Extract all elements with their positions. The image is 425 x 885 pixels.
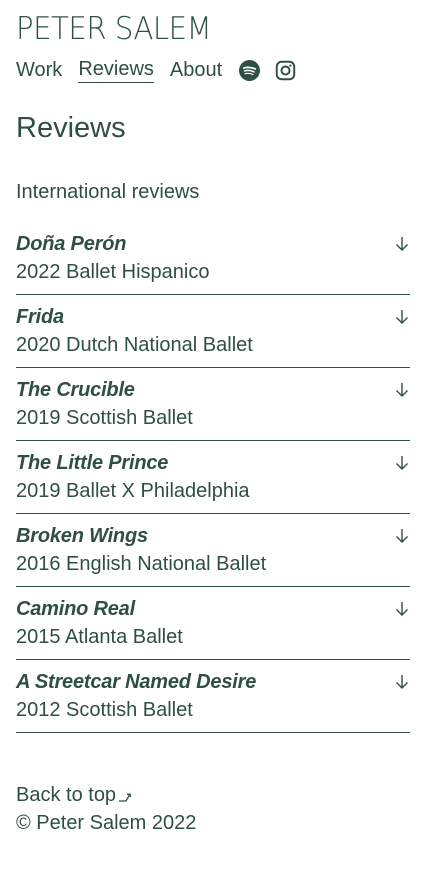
- review-subtitle: 2022 Ballet Hispanico: [16, 261, 210, 283]
- review-item[interactable]: Broken Wings 2016 English National Balle…: [16, 514, 410, 587]
- back-to-top-label: Back to top: [16, 784, 117, 806]
- review-item[interactable]: Doña Perón 2022 Ballet Hispanico: [16, 222, 410, 295]
- review-subtitle: 2016 English National Ballet: [16, 553, 267, 575]
- site-title[interactable]: PETER SALEM: [16, 10, 212, 48]
- review-item[interactable]: Frida 2020 Dutch National Ballet: [16, 295, 410, 368]
- review-title: Camino Real: [16, 598, 135, 620]
- arrow-down-icon[interactable]: [394, 235, 410, 253]
- nav-item-work[interactable]: Work: [16, 58, 62, 82]
- copyright: © Peter Salem 2022: [16, 812, 197, 834]
- footer: Back to top © Peter Salem 2022: [16, 782, 196, 836]
- review-item[interactable]: Camino Real 2015 Atlanta Ballet: [16, 587, 410, 660]
- section-label: International reviews: [16, 181, 200, 203]
- instagram-icon[interactable]: [274, 59, 296, 81]
- arrow-down-icon[interactable]: [394, 527, 410, 545]
- page-title: Reviews: [16, 112, 126, 144]
- back-to-top-link[interactable]: Back to top: [16, 782, 196, 808]
- review-item[interactable]: The Little Prince 2019 Ballet X Philadel…: [16, 441, 410, 514]
- review-title: The Little Prince: [16, 452, 169, 474]
- reviews-list: Doña Perón 2022 Ballet Hispanico Frida 2…: [16, 222, 410, 733]
- main-nav: Work Reviews About: [16, 56, 310, 84]
- spotify-icon[interactable]: [238, 59, 260, 81]
- arrow-down-icon[interactable]: [394, 381, 410, 399]
- arrow-down-icon[interactable]: [394, 454, 410, 472]
- nav-item-reviews[interactable]: Reviews: [78, 57, 154, 83]
- review-item[interactable]: A Streetcar Named Desire 2012 Scottish B…: [16, 660, 410, 733]
- review-title: Doña Perón: [16, 233, 127, 255]
- review-subtitle: 2019 Ballet X Philadelphia: [16, 480, 250, 502]
- arrow-down-icon[interactable]: [394, 673, 410, 691]
- review-subtitle: 2012 Scottish Ballet: [16, 699, 193, 721]
- review-title: A Streetcar Named Desire: [16, 671, 257, 693]
- review-title: Frida: [16, 306, 64, 328]
- nav-item-about[interactable]: About: [170, 58, 222, 82]
- arrow-up-right-icon: [119, 793, 132, 802]
- review-subtitle: 2019 Scottish Ballet: [16, 407, 193, 429]
- review-subtitle: 2015 Atlanta Ballet: [16, 626, 183, 648]
- review-item[interactable]: The Crucible 2019 Scottish Ballet: [16, 368, 410, 441]
- review-title: The Crucible: [16, 379, 135, 401]
- review-subtitle: 2020 Dutch National Ballet: [16, 334, 253, 356]
- arrow-down-icon[interactable]: [394, 308, 410, 326]
- arrow-down-icon[interactable]: [394, 600, 410, 618]
- review-title: Broken Wings: [16, 525, 148, 547]
